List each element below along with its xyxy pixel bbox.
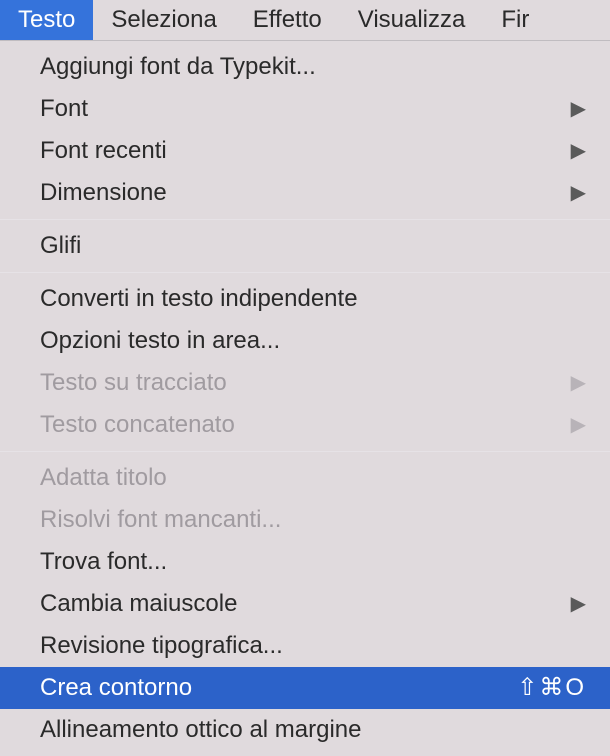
menu-item-label: Font recenti [40, 133, 167, 169]
menu-item-label: Risolvi font mancanti... [40, 502, 281, 538]
menu-item-opzioni-testo-area[interactable]: Opzioni testo in area... [0, 320, 610, 362]
menu-item-label: Adatta titolo [40, 460, 167, 496]
chevron-right-icon: ▶ [571, 136, 586, 166]
menu-item-trova-font[interactable]: Trova font... [0, 541, 610, 583]
menubar-item-finestra[interactable]: Fir [483, 0, 547, 40]
menu-item-converti-testo-indipendente[interactable]: Converti in testo indipendente [0, 278, 610, 320]
menu-item-label: Font [40, 91, 88, 127]
menu-item-label: Glifi [40, 228, 81, 264]
menu-item-shortcut: ⇧⌘O [517, 670, 586, 706]
menu-item-label: Revisione tipografica... [40, 628, 283, 664]
chevron-right-icon: ▶ [571, 368, 586, 398]
menu-item-font[interactable]: Font ▶ [0, 88, 610, 130]
chevron-right-icon: ▶ [571, 410, 586, 440]
chevron-right-icon: ▶ [571, 94, 586, 124]
menu-item-label: Testo su tracciato [40, 365, 227, 401]
menu-item-revisione-tipografica[interactable]: Revisione tipografica... [0, 625, 610, 667]
menu-item-label: Converti in testo indipendente [40, 281, 358, 317]
menu-item-label: Allineamento ottico al margine [40, 712, 362, 748]
menu-item-label: Cambia maiuscole [40, 586, 237, 622]
menu-item-testo-concatenato: Testo concatenato ▶ [0, 404, 610, 446]
menubar-item-effetto[interactable]: Effetto [235, 0, 340, 40]
menu-item-testo-su-tracciato: Testo su tracciato ▶ [0, 362, 610, 404]
menu-item-aggiungi-font-typekit[interactable]: Aggiungi font da Typekit... [0, 46, 610, 88]
menu-item-adatta-titolo: Adatta titolo [0, 457, 610, 499]
menu-group: Converti in testo indipendente Opzioni t… [0, 273, 610, 451]
menu-item-label: Trova font... [40, 544, 167, 580]
menu-item-label: Testo concatenato [40, 407, 235, 443]
menu-item-font-recenti[interactable]: Font recenti ▶ [0, 130, 610, 172]
menu-item-label: Dimensione [40, 175, 167, 211]
dropdown-menu: Aggiungi font da Typekit... Font ▶ Font … [0, 41, 610, 756]
menu-item-label: Aggiungi font da Typekit... [40, 49, 316, 85]
menubar-item-testo[interactable]: Testo [0, 0, 93, 40]
chevron-right-icon: ▶ [571, 589, 586, 619]
menu-item-label: Crea contorno [40, 670, 192, 706]
menu-item-label: Opzioni testo in area... [40, 323, 280, 359]
menu-item-allineamento-ottico[interactable]: Allineamento ottico al margine [0, 709, 610, 751]
menu-group: Glifi [0, 220, 610, 272]
menu-item-dimensione[interactable]: Dimensione ▶ [0, 172, 610, 214]
chevron-right-icon: ▶ [571, 178, 586, 208]
menubar-item-visualizza[interactable]: Visualizza [340, 0, 484, 40]
menu-group: Aggiungi font da Typekit... Font ▶ Font … [0, 41, 610, 219]
menubar-item-seleziona[interactable]: Seleziona [93, 0, 234, 40]
menu-group: Adatta titolo Risolvi font mancanti... T… [0, 452, 610, 756]
menu-item-glifi[interactable]: Glifi [0, 225, 610, 267]
menu-item-crea-contorno[interactable]: Crea contorno ⇧⌘O [0, 667, 610, 709]
menu-item-cambia-maiuscole[interactable]: Cambia maiuscole ▶ [0, 583, 610, 625]
menu-item-risolvi-font-mancanti: Risolvi font mancanti... [0, 499, 610, 541]
menubar: Testo Seleziona Effetto Visualizza Fir [0, 0, 610, 41]
